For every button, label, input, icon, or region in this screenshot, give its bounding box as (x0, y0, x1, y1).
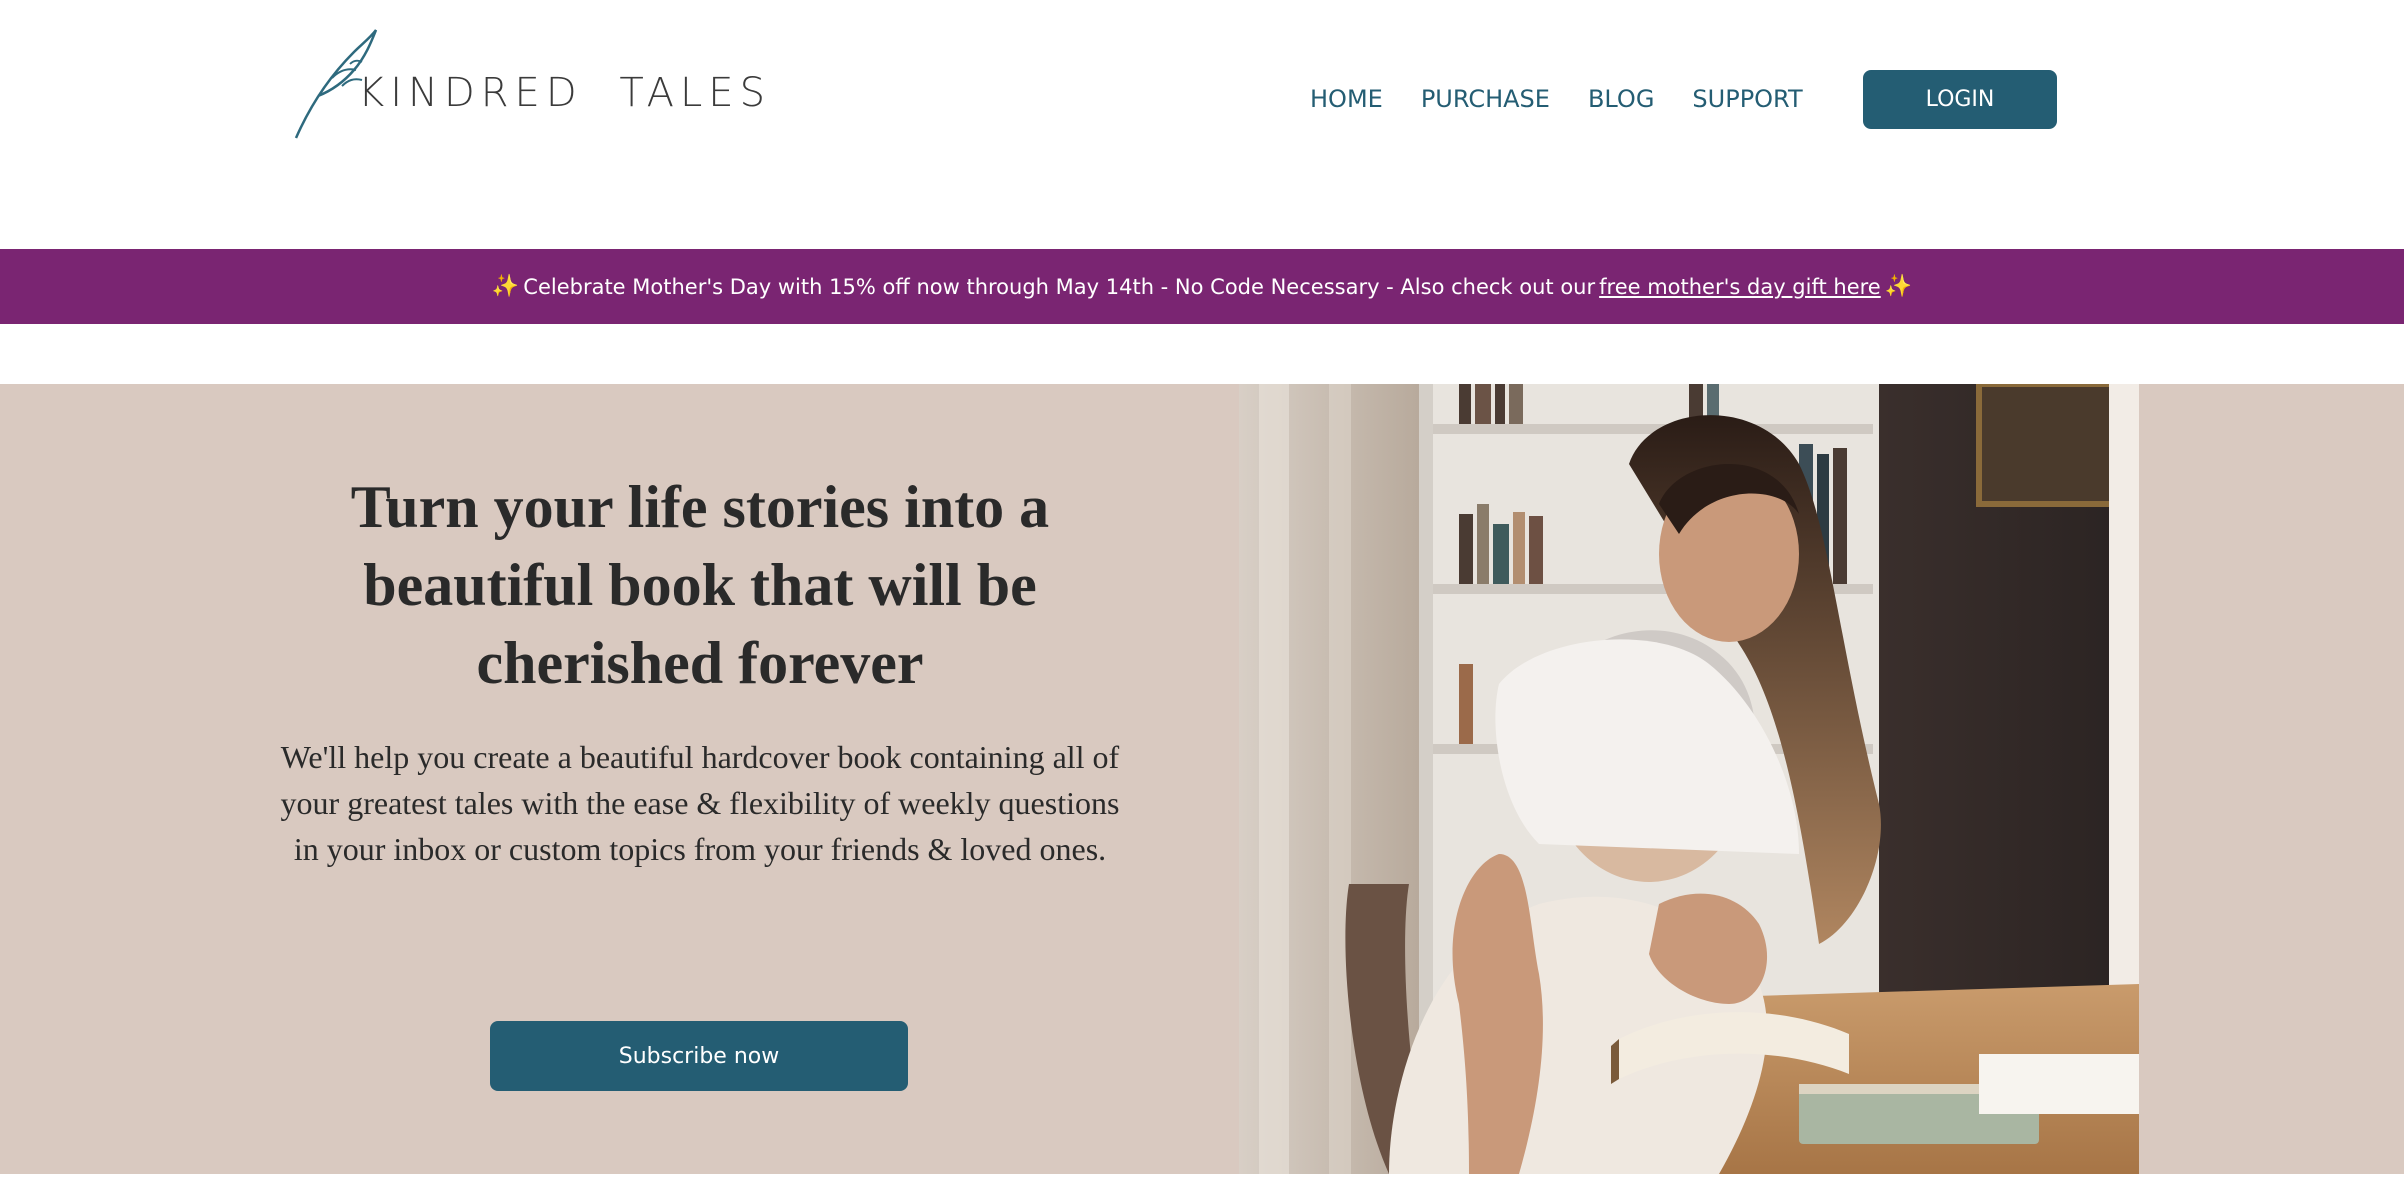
nav-home[interactable]: HOME (1310, 70, 1383, 128)
main-nav: HOME PURCHASE BLOG SUPPORT (1310, 70, 1841, 128)
hero-section: Turn your life stories into a beautiful … (0, 384, 2404, 1174)
logo[interactable]: KINDRED TALES (292, 26, 765, 144)
login-button[interactable]: LOGIN (1863, 70, 2057, 129)
sparkles-icon: ✨ (1884, 274, 1913, 299)
nav-blog[interactable]: BLOG (1588, 70, 1654, 128)
nav-support[interactable]: SUPPORT (1692, 70, 1802, 128)
promo-gift-link[interactable]: free mother's day gift here (1599, 275, 1881, 299)
promo-banner: ✨ Celebrate Mother's Day with 15% off no… (0, 249, 2404, 324)
promo-text: Celebrate Mother's Day with 15% off now … (523, 274, 1596, 299)
hero-title: Turn your life stories into a beautiful … (350, 474, 1050, 696)
logo-text: KINDRED TALES (358, 70, 771, 116)
site-header: KINDRED TALES HOME PURCHASE BLOG SUPPORT… (0, 0, 2404, 249)
hero-photo (1239, 384, 2139, 1174)
nav-purchase[interactable]: PURCHASE (1421, 70, 1550, 128)
sparkles-icon: ✨ (491, 274, 520, 299)
photo-illustration (1239, 384, 2139, 1174)
hero-subtitle: We'll help you create a beautiful hardco… (280, 739, 1120, 867)
subscribe-button[interactable]: Subscribe now (490, 1021, 908, 1091)
